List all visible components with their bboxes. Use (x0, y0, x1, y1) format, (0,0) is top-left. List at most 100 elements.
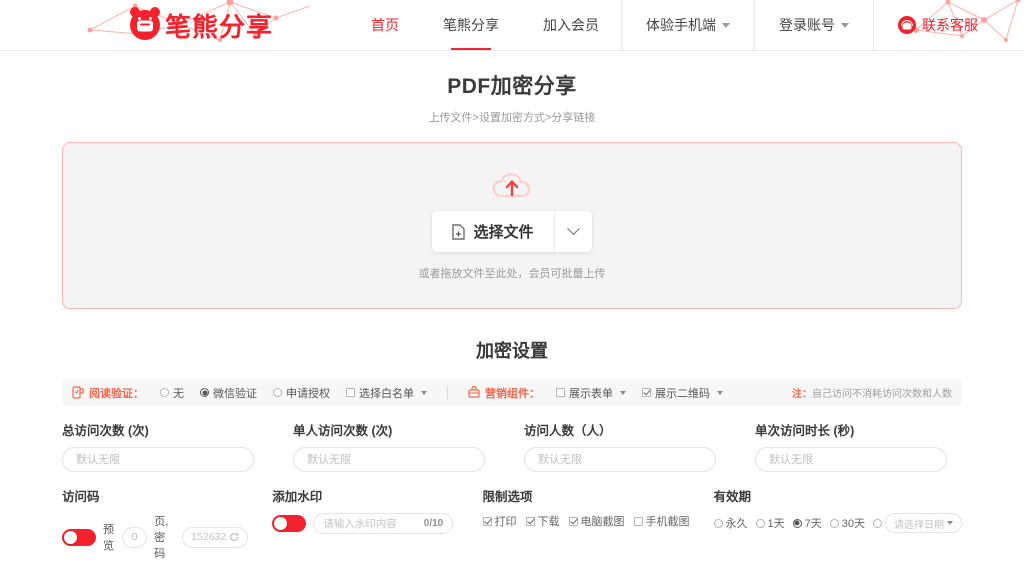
chevron-down-icon (947, 521, 953, 525)
upload-hint: 或者拖放文件至此处，会员可批量上传 (418, 268, 606, 280)
radio-icon (160, 388, 169, 397)
settings-note: 注：自己访问不消耗访问次数和人数 (792, 385, 952, 400)
field-access-code: 访问码 预览 0 页, 密码 152632 (62, 486, 249, 561)
read-verify-option-none[interactable]: 无 (160, 385, 184, 401)
radio-selected-icon (792, 518, 802, 528)
nav-item-share[interactable]: 笔熊分享 (421, 0, 521, 50)
watermark-input[interactable]: 请输入水印内容 0/10 (313, 513, 454, 534)
validity-date-placeholder: 请选择日期 (894, 519, 944, 531)
nav-item-support-label: 联系客服 (922, 16, 979, 33)
divider (447, 385, 448, 400)
read-verify-option-whitelist-label: 选择白名单 (359, 387, 414, 400)
checkbox-checked-icon (568, 516, 578, 526)
marketing-group-label: 营销组件： (468, 385, 540, 401)
settings-note-prefix: 注： (792, 389, 812, 400)
read-verify-option-authorize[interactable]: 申请授权 (273, 385, 330, 401)
access-code-password-field[interactable]: 152632 (182, 526, 249, 548)
validity-option-1day[interactable]: 1天 (755, 515, 785, 531)
encryption-options-bar: 阅读验证： 无 微信验证 申请授权 选择白名单 营销组件： 展示表单 展示二维码 (62, 379, 962, 406)
radio-icon (713, 518, 723, 528)
nav-item-membership[interactable]: 加入会员 (521, 0, 621, 50)
select-file-control: 选择文件 (432, 211, 592, 252)
nav-item-login[interactable]: 登录账号 (754, 0, 873, 50)
limit-option-download[interactable]: 下载 (525, 513, 560, 529)
chevron-down-icon (620, 390, 626, 395)
limit-option-mobile-screenshot[interactable]: 手机截图 (633, 513, 690, 529)
validity-option-7days-label: 7天 (804, 518, 822, 530)
validity-option-forever-label: 永久 (725, 518, 748, 530)
radio-icon (755, 518, 765, 528)
validity-option-30days-label: 30天 (841, 518, 865, 530)
access-code-toggle[interactable] (62, 528, 96, 546)
chevron-down-icon (722, 23, 731, 29)
marketing-option-qrcode-label: 展示二维码 (655, 387, 710, 400)
watermark-toggle[interactable] (272, 515, 307, 532)
radio-icon (873, 518, 882, 528)
page-title: PDF加密分享 (447, 75, 577, 98)
visitor-count-input[interactable] (524, 447, 716, 472)
nav-item-login-label: 登录账号 (779, 16, 836, 33)
marketing-option-qrcode[interactable]: 展示二维码 (642, 385, 723, 401)
nav-item-home[interactable]: 首页 (349, 0, 421, 50)
field-watermark-label: 添加水印 (272, 490, 323, 504)
watermark-counter: 0/10 (423, 518, 444, 529)
validity-date-picker[interactable]: 请选择日期 (885, 513, 962, 533)
read-verify-option-authorize-label: 申请授权 (286, 387, 330, 400)
access-code-page-input[interactable]: 0 (121, 526, 148, 548)
nav-item-mobile[interactable]: 体验手机端 (621, 0, 754, 50)
chevron-down-icon (717, 390, 723, 395)
upload-dropzone[interactable]: 选择文件 或者拖放文件至此处，会员可批量上传 (62, 142, 962, 309)
limit-option-download-label: 下载 (537, 516, 560, 528)
chevron-down-icon (841, 23, 850, 29)
watermark-placeholder: 请输入水印内容 (323, 518, 397, 530)
logo-text: 笔熊分享 (165, 11, 274, 42)
site-logo[interactable]: 笔熊分享 (130, 7, 273, 44)
validity-option-custom[interactable]: 请选择日期 (873, 513, 962, 533)
chevron-down-icon (421, 390, 427, 395)
nav-item-support[interactable]: 联系客服 (873, 0, 1002, 50)
field-limits-label: 限制选项 (482, 490, 533, 504)
settings-note-text: 自己访问不消耗访问次数和人数 (812, 389, 952, 400)
field-single-duration-label: 单次访问时长 (秒) (755, 424, 855, 438)
field-total-visits: 总访问次数 (次) (62, 420, 269, 472)
encryption-section-title: 加密设置 (476, 341, 548, 361)
marketing-option-form-label: 展示表单 (569, 387, 613, 400)
single-duration-input[interactable] (755, 447, 947, 472)
read-verify-option-none-label: 无 (173, 387, 184, 400)
read-verify-option-whitelist[interactable]: 选择白名单 (346, 385, 427, 401)
marketing-icon (468, 386, 480, 398)
radio-icon (829, 518, 839, 528)
select-file-dropdown-button[interactable] (553, 211, 592, 252)
field-per-person-visits-label: 单人访问次数 (次) (293, 424, 393, 438)
settings-fields-row-2: 访问码 预览 0 页, 密码 152632 添加水印 请输入水印内容 0/10 (62, 486, 962, 561)
access-code-preview-label: 预览 (103, 524, 114, 552)
limit-option-print[interactable]: 打印 (482, 513, 517, 529)
limit-option-mobile-screenshot-label: 手机截图 (645, 516, 690, 528)
limit-option-print-label: 打印 (494, 516, 517, 528)
refresh-icon[interactable] (229, 532, 239, 542)
marketing-option-form[interactable]: 展示表单 (556, 385, 626, 401)
field-single-duration: 单次访问时长 (秒) (755, 420, 962, 472)
limit-option-pc-screenshot-label: 电脑截图 (580, 516, 625, 528)
field-per-person-visits: 单人访问次数 (次) (293, 420, 500, 472)
validity-option-30days[interactable]: 30天 (829, 515, 865, 531)
checkbox-checked-icon (525, 516, 535, 526)
field-access-code-label: 访问码 (62, 490, 100, 504)
select-file-button[interactable]: 选择文件 (432, 211, 553, 252)
total-visits-input[interactable] (62, 447, 254, 472)
per-person-visits-input[interactable] (293, 447, 485, 472)
limit-option-pc-screenshot[interactable]: 电脑截图 (568, 513, 625, 529)
select-file-label: 选择文件 (473, 224, 534, 241)
field-limits: 限制选项 打印 下载 电脑截图 手机截图 (482, 486, 690, 561)
field-validity: 有效期 永久 1天 7天 30天 请选择日期 (713, 486, 962, 561)
read-verify-group-label: 阅读验证： (72, 385, 144, 401)
validity-option-forever[interactable]: 永久 (713, 515, 748, 531)
validity-option-1day-label: 1天 (767, 518, 785, 530)
read-verify-option-wechat-label: 微信验证 (213, 387, 257, 400)
read-verify-option-wechat[interactable]: 微信验证 (200, 385, 257, 401)
checkbox-icon (633, 516, 643, 526)
field-validity-label: 有效期 (713, 490, 752, 504)
field-visitor-count-label: 访问人数（人） (524, 424, 612, 438)
field-total-visits-label: 总访问次数 (次) (62, 424, 149, 438)
validity-option-7days[interactable]: 7天 (792, 515, 822, 531)
